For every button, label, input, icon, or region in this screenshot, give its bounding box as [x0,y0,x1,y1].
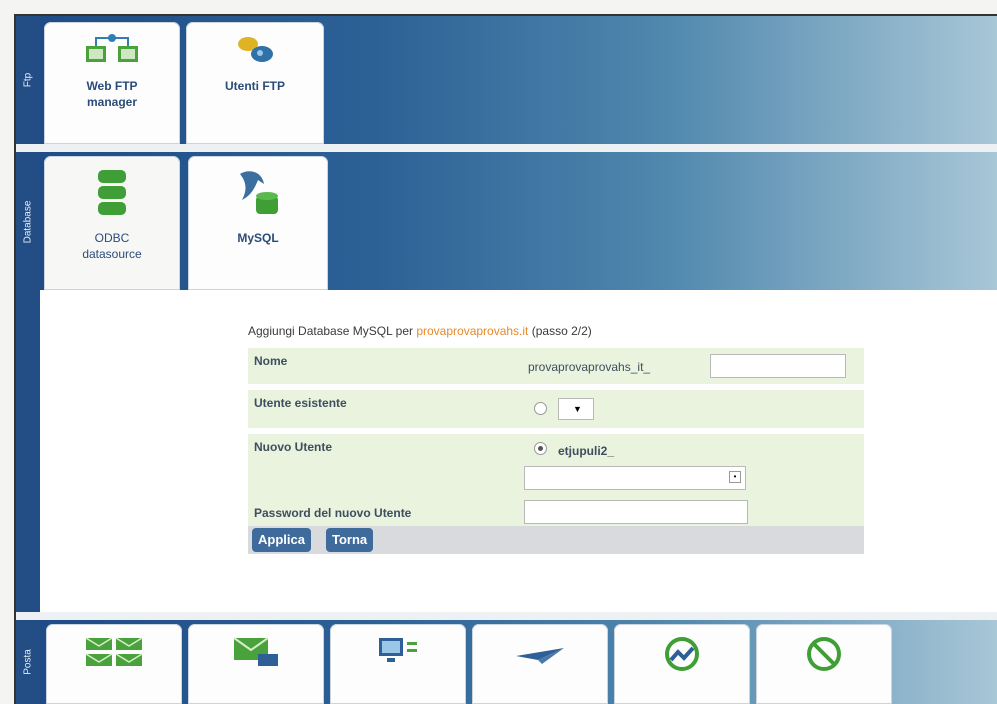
torna-button[interactable]: Torna [326,528,374,552]
domain-name: provaprovaprovahs.it [416,324,529,338]
row-utente-esistente: Utente esistente ▼ [248,390,864,428]
block-icon [756,634,892,678]
nuovo-utente-prefix: etjupuli2_ [558,444,615,458]
sidebar-posta: Posta [16,620,40,704]
tab-posta-5[interactable] [614,624,750,704]
utente-esistente-label: Utente esistente [254,396,347,410]
sidebar-database: Database [16,152,40,612]
control-panel: Ftp Web FTP manager Utenti FTP Database … [14,14,997,704]
mysql-form-panel: Aggiungi Database MySQL per provaprovapr… [40,290,997,612]
ftp-band [40,16,997,144]
section-label-database: Database [22,200,34,244]
antivirus-icon [614,634,750,678]
monitor-icon [330,634,466,674]
database-stack-icon [44,166,180,224]
utente-esistente-radio[interactable] [534,402,547,415]
tab-label: ODBC datasource [82,231,142,261]
tab-posta-6[interactable] [756,624,892,704]
section-label-posta: Posta [22,649,34,675]
password-label: Password del nuovo Utente [254,506,412,520]
lookup-icon[interactable]: • [729,471,741,483]
form-title-suffix: (passo 2/2) [528,324,592,338]
nome-input[interactable] [710,354,846,378]
database-band [40,152,997,290]
nuovo-utente-radio[interactable] [534,442,547,455]
separator [16,612,997,620]
paper-plane-icon [472,634,608,674]
tab-odbc-datasource[interactable]: ODBC datasource [44,156,180,290]
form-title-prefix: Aggiungi Database MySQL per [248,324,417,338]
tab-mysql[interactable]: MySQL [188,156,328,290]
row-password: Password del nuovo Utente [248,498,864,526]
mail-list-icon [46,634,182,674]
chevron-down-icon: ▼ [573,404,582,414]
tab-posta-4[interactable] [472,624,608,704]
nome-prefix: provaprovaprovahs_it_ [528,360,651,374]
tab-utenti-ftp[interactable]: Utenti FTP [186,22,324,144]
nome-label: Nome [254,354,288,368]
tab-posta-1[interactable] [46,624,182,704]
sidebar-ftp: Ftp [16,16,40,144]
tab-posta-2[interactable] [188,624,324,704]
tab-label: MySQL [237,231,279,245]
tab-web-ftp-manager[interactable]: Web FTP manager [44,22,180,144]
row-nuovo-utente: Nuovo Utente etjupuli2_ • [248,434,864,498]
tab-posta-3[interactable] [330,624,466,704]
mail-computer-icon [188,634,324,674]
web-ftp-icon [44,32,180,72]
utente-esistente-select[interactable]: ▼ [558,398,594,420]
nuovo-utente-label: Nuovo Utente [254,440,332,454]
nuovo-utente-input[interactable]: • [524,466,746,490]
row-nome: Nome provaprovaprovahs_it_ [248,348,864,384]
password-input[interactable] [524,500,748,524]
separator [16,144,997,152]
ftp-users-icon [186,32,324,72]
tab-label: Utenti FTP [225,79,285,93]
tab-label: Web FTP manager [86,79,138,109]
form-title: Aggiungi Database MySQL per provaprovapr… [248,324,592,338]
section-label-ftp: Ftp [22,72,34,88]
applica-button[interactable]: Applica [252,528,311,552]
mysql-dolphin-icon [188,166,328,224]
